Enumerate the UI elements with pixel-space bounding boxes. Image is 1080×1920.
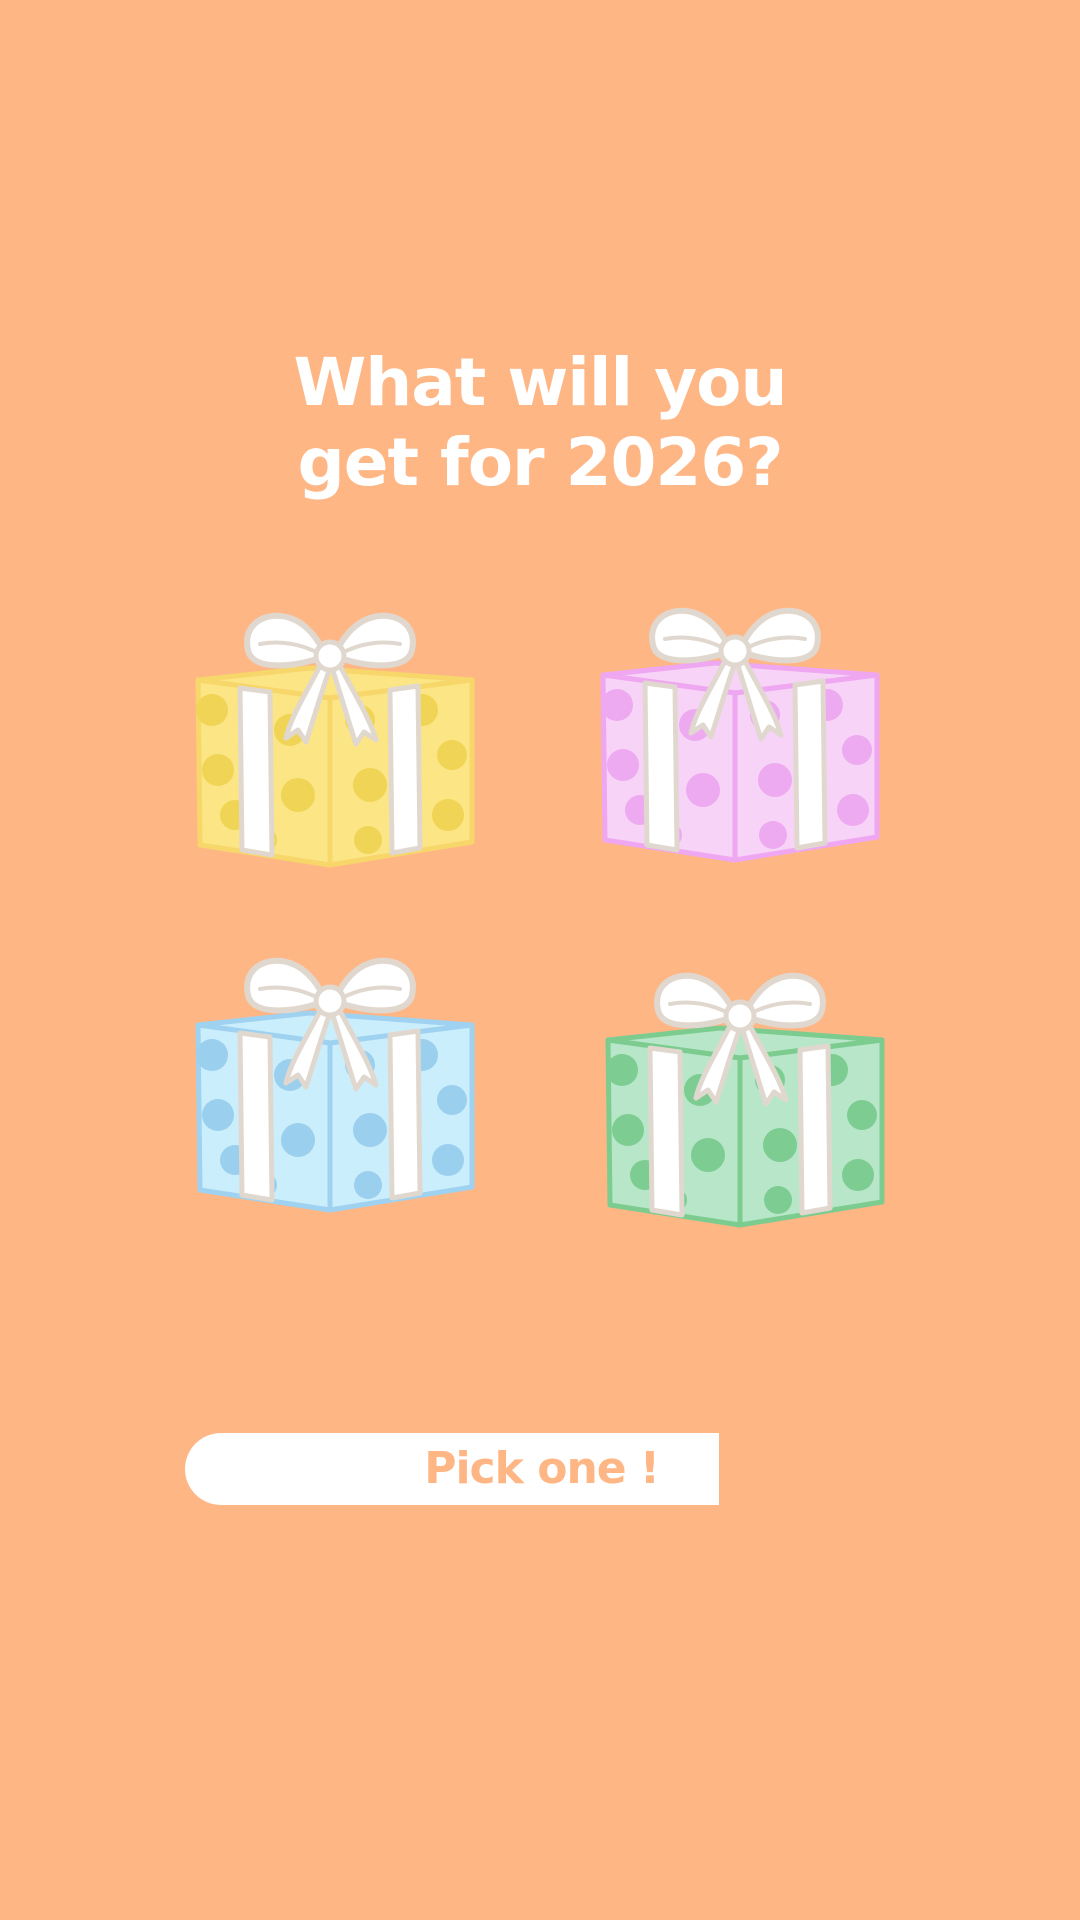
gift-box-yellow[interactable] (190, 610, 480, 870)
gift-box-pink[interactable] (595, 605, 885, 865)
title-line-1: What will you (293, 344, 787, 421)
page-title: What will you get for 2026? (0, 343, 1080, 503)
pick-one-button[interactable]: Pick one ! (185, 1433, 719, 1505)
pick-one-label: Pick one ! (424, 1443, 660, 1494)
gift-icon (195, 612, 475, 868)
gift-icon (605, 972, 885, 1228)
gift-picker-screen: What will you get for 2026? Pick one ! (0, 0, 1080, 1920)
gift-icon (195, 957, 475, 1213)
gift-box-green[interactable] (600, 970, 890, 1230)
title-line-2: get for 2026? (297, 424, 783, 501)
gift-box-blue[interactable] (190, 955, 480, 1215)
gift-icon (600, 607, 880, 863)
